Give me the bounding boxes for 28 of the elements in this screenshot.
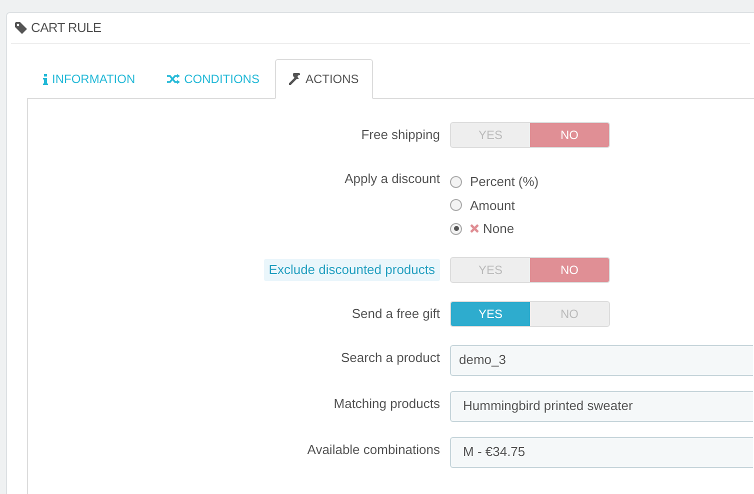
info-icon xyxy=(43,74,48,84)
select-field[interactable]: Hummingbird printed sweater xyxy=(450,390,753,422)
cross-icon xyxy=(470,224,479,234)
panel-title: CART RULE xyxy=(31,19,102,38)
field-label: Matching products xyxy=(334,394,440,413)
field-label: Send a free gift xyxy=(352,304,440,323)
radio-button[interactable] xyxy=(450,222,462,235)
field-label: Apply a discount xyxy=(344,170,440,188)
tab[interactable]: INFORMATION xyxy=(27,59,152,99)
select-field[interactable]: M - €34.75 xyxy=(450,436,753,468)
shuffle-icon xyxy=(167,74,180,84)
tag-icon xyxy=(15,22,27,34)
field-label: Search a product xyxy=(340,348,440,367)
input-field[interactable]: demo_3 xyxy=(450,344,753,376)
field-label: Free shipping xyxy=(361,126,440,144)
radio-button[interactable] xyxy=(450,199,462,212)
tab[interactable]: CONDITIONS xyxy=(151,59,276,99)
switch-option[interactable]: YES xyxy=(451,302,530,326)
field-label: Available combinations xyxy=(307,440,440,458)
field-label: Exclude discounted products xyxy=(264,258,440,280)
switch-option[interactable]: NO xyxy=(530,258,609,282)
radio-label: None xyxy=(483,220,514,238)
radio-label: Amount xyxy=(470,196,515,214)
wrench-icon xyxy=(289,73,302,85)
radio-label: Percent (%) xyxy=(470,173,539,191)
switch-option[interactable]: NO xyxy=(530,123,609,147)
radio-button[interactable] xyxy=(450,176,462,188)
tab[interactable]: ACTIONS xyxy=(275,59,373,99)
